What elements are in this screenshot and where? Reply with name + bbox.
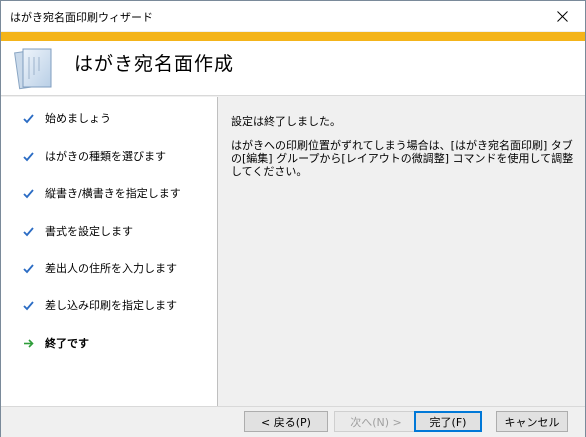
content-panel: 設定は終了しました。 はがきへの印刷位置がずれてしまう場合は、[はがき宛名面印刷… (218, 97, 585, 406)
check-icon (21, 186, 35, 200)
close-icon (556, 10, 568, 22)
close-button[interactable] (539, 1, 585, 31)
step-label: 終了です (45, 337, 89, 350)
step-label: 差出人の住所を入力します (45, 262, 177, 275)
accent-stripe (1, 32, 585, 41)
window-title: はがき宛名面印刷ウィザード (10, 11, 153, 24)
check-icon (21, 298, 35, 312)
wizard-header: はがき宛名面作成 (1, 41, 585, 96)
back-button[interactable]: < 戻る(P) (244, 411, 328, 432)
step-label: 差し込み印刷を指定します (45, 299, 177, 312)
step-item-sender-address[interactable]: 差出人の住所を入力します (21, 259, 177, 277)
check-icon (21, 111, 35, 125)
wizard-title: はがき宛名面作成 (74, 53, 235, 75)
step-label: 始めましょう (45, 112, 111, 125)
step-label: はがきの種類を選びます (45, 150, 166, 163)
steps-sidebar: 始めましょう はがきの種類を選びます 縦書き/横書きを指定します 書式を設定しま… (1, 97, 218, 406)
check-icon (21, 224, 35, 238)
adjustment-hint: はがきへの印刷位置がずれてしまう場合は、[はがき宛名面印刷] タブの[編集] グ… (231, 139, 574, 178)
step-item-postcard-type[interactable]: はがきの種類を選びます (21, 147, 166, 165)
step-label: 縦書き/横書きを指定します (45, 187, 181, 200)
step-item-mail-merge[interactable]: 差し込み印刷を指定します (21, 296, 177, 314)
step-item-format[interactable]: 書式を設定します (21, 222, 133, 240)
cancel-button[interactable]: キャンセル (496, 411, 568, 432)
arrow-right-icon (21, 336, 35, 350)
step-item-start[interactable]: 始めましょう (21, 109, 111, 127)
check-icon (21, 149, 35, 163)
step-label: 書式を設定します (45, 225, 133, 238)
completion-message: 設定は終了しました。 (231, 115, 341, 128)
title-bar: はがき宛名面印刷ウィザード (1, 1, 585, 31)
next-button[interactable]: 次へ(N) > (334, 411, 418, 432)
button-bar: < 戻る(P) 次へ(N) > 完了(F) キャンセル (1, 406, 585, 437)
finish-button[interactable]: 完了(F) (414, 411, 482, 432)
wizard-window: はがき宛名面印刷ウィザード はがき宛名面作成 始めましょう はがきの種類を選びま… (0, 0, 586, 437)
step-item-finish[interactable]: 終了です (21, 334, 89, 352)
check-icon (21, 261, 35, 275)
document-icon (14, 48, 52, 90)
step-item-orientation[interactable]: 縦書き/横書きを指定します (21, 184, 181, 202)
